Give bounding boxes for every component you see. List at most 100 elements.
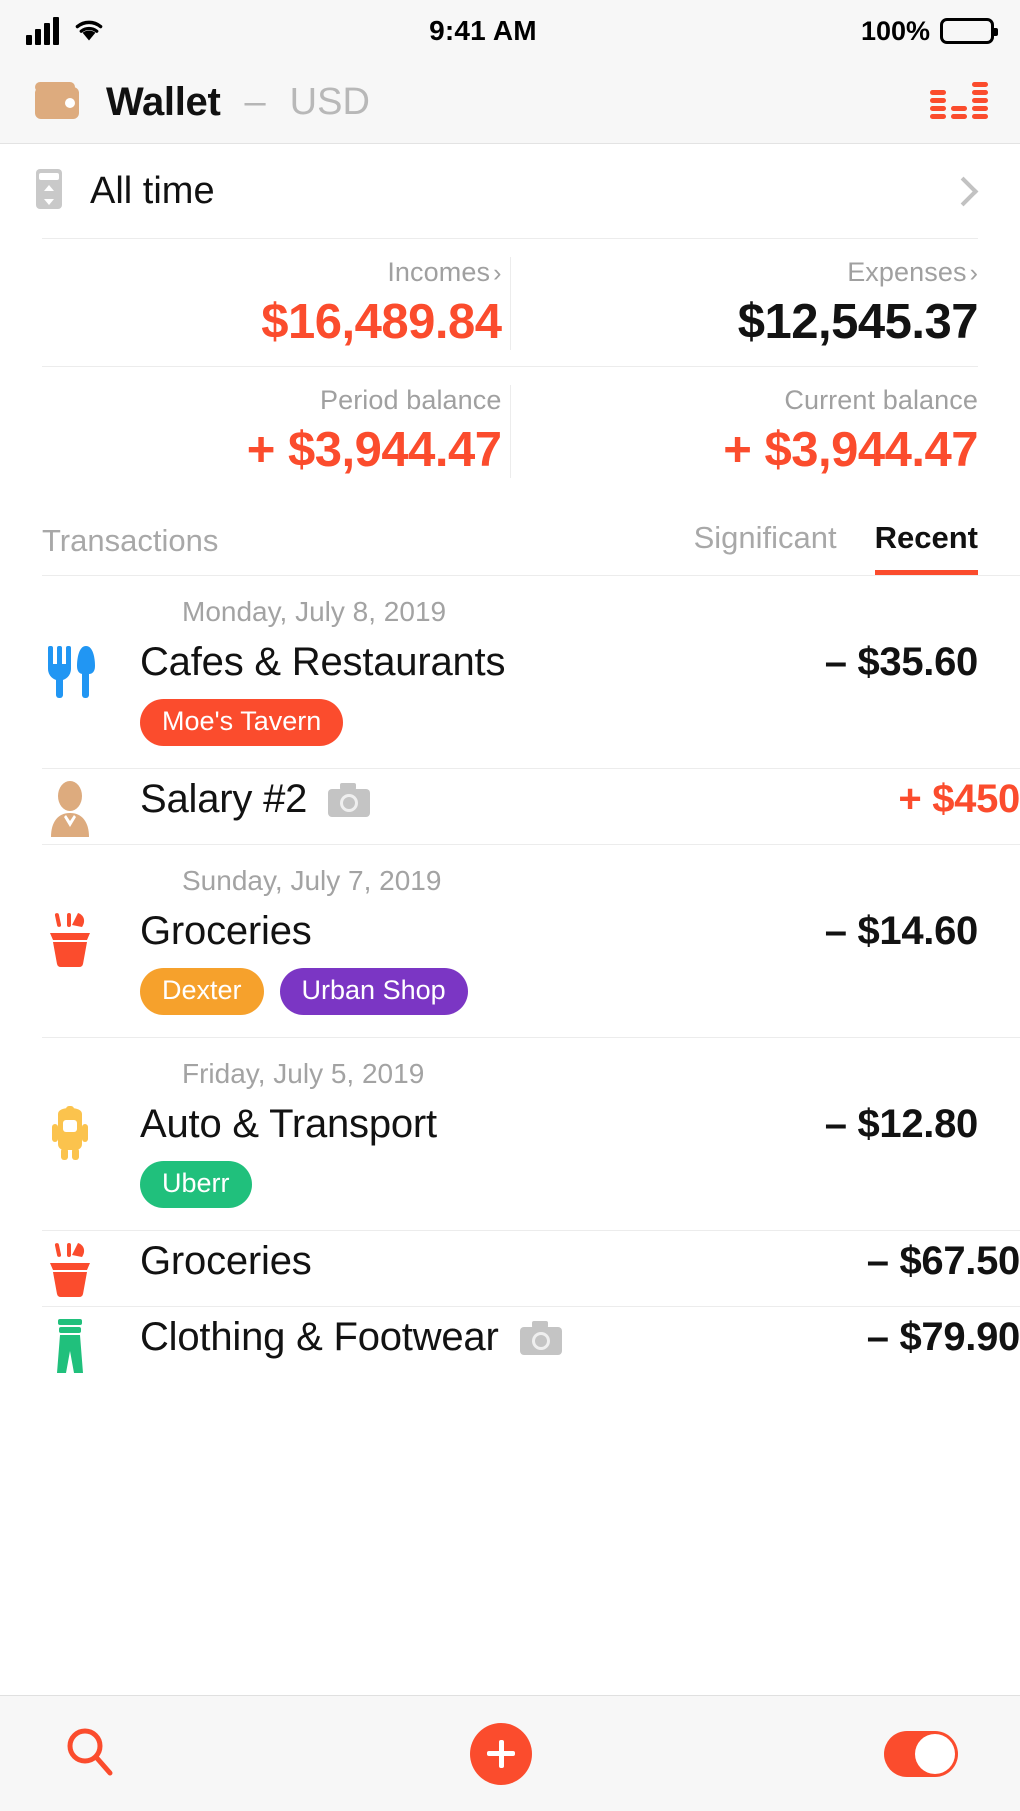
transaction-category-name: Auto & Transport [140,1102,437,1146]
transaction-row[interactable]: Auto & Transport – $12.80 Uberr [0,1094,1020,1230]
period-balance-label: Period balance [319,385,502,415]
transaction-tag[interactable]: Urban Shop [279,968,468,1015]
search-icon[interactable] [62,1723,118,1784]
grocery-basket-icon [42,907,140,971]
incomes-caret-icon: › [493,259,502,287]
transaction-body: Cafes & Restaurants – $35.60 Moe's Tavern [140,638,978,768]
transaction-row[interactable]: Groceries – $67.50 [42,1230,1020,1306]
transaction-tag[interactable]: Uberr [140,1161,252,1208]
transaction-row[interactable]: Clothing & Footwear – $79.90 [42,1306,1020,1382]
transaction-main-line: Clothing & Footwear – $79.90 [140,1315,1020,1360]
transaction-category-name: Groceries [140,1239,312,1283]
app-screen: 9:41 AM 100% Wallet – USD All time Incom… [0,0,1020,1811]
income-expense-row: Incomes › $16,489.84 Expenses › $12,545.37 [42,238,979,366]
row-spacer [140,822,1020,844]
status-bar-left [26,16,105,47]
transaction-main-line: Auto & Transport – $12.80 [140,1102,978,1147]
camera-icon[interactable] [327,782,371,818]
signal-bars-icon [26,17,59,45]
period-selector-row[interactable]: All time [0,144,1020,238]
period-balance-value: + $3,944.47 [246,423,502,477]
person-icon [42,775,140,839]
status-bar-time: 9:41 AM [429,15,537,46]
tab-significant[interactable]: Significant [694,520,837,575]
balance-row: Period balance + $3,944.47 Current balan… [42,366,978,494]
bottom-toolbar [0,1695,1020,1811]
transaction-body: Groceries – $67.50 [140,1237,1020,1306]
tab-recent[interactable]: Recent [874,520,978,575]
wallet-icon [30,76,84,129]
app-header: Wallet – USD [0,62,1020,144]
transaction-amount: – $67.50 [866,1239,1020,1283]
transaction-amount: – $14.60 [824,909,979,953]
transaction-main-line: Cafes & Restaurants – $35.60 [140,640,978,685]
expenses-label: Expenses › [847,257,978,288]
transaction-tag[interactable]: Dexter [140,968,264,1015]
summary-panel: Incomes › $16,489.84 Expenses › $12,545.37… [0,238,1020,494]
transaction-main-line: Salary #2 + $450 [140,777,1020,822]
transaction-category-name: Salary #2 [140,777,308,821]
bar-chart-icon[interactable] [928,72,990,133]
incomes-label-text: Incomes [387,257,491,287]
currency-label: USD [289,81,370,123]
transaction-row[interactable]: Cafes & Restaurants – $35.60 Moe's Tavern [0,632,1020,768]
status-bar: 9:41 AM 100% [0,0,1020,62]
current-balance-value: + $3,944.47 [723,423,978,477]
transactions-section-title: Transactions [42,523,219,558]
battery-percent-label: 100% [860,15,930,46]
expenses-caret-icon: › [969,259,978,287]
row-spacer [140,1284,1020,1306]
transaction-row[interactable]: Salary #2 + $450 [42,768,1020,844]
current-balance-cell: Current balance + $3,944.47 [509,385,978,478]
add-transaction-icon[interactable] [470,1722,532,1785]
transaction-body: Groceries – $14.60 Dexter Urban Shop [140,907,978,1037]
current-balance-label: Current balance [784,385,978,415]
calendar-icon [30,167,68,216]
cutlery-icon [42,638,140,702]
toggle-switch-on-icon[interactable] [884,1730,958,1777]
transaction-category-name: Cafes & Restaurants [140,640,506,684]
transaction-main-line: Groceries – $67.50 [140,1239,1020,1284]
transaction-tag[interactable]: Moe's Tavern [140,699,344,746]
car-icon [42,1100,140,1164]
wallet-selector[interactable]: Wallet – USD [30,76,928,129]
transaction-body: Auto & Transport – $12.80 Uberr [140,1100,978,1230]
transaction-amount: – $12.80 [824,1102,979,1146]
transaction-main-line: Groceries – $14.60 [140,909,978,954]
chevron-right-icon [948,176,979,206]
transaction-category-name: Groceries [140,909,312,953]
transactions-tabs: Significant Recent [694,520,978,575]
camera-icon[interactable] [519,1320,563,1356]
wifi-icon [73,16,105,47]
incomes-cell[interactable]: Incomes › $16,489.84 [42,257,510,350]
status-bar-right: 100% [860,15,998,47]
transactions-list[interactable]: Monday, July 8, 2019 Cafes & Restaurants –… [0,575,1020,1695]
transaction-body: Clothing & Footwear – $79.90 [140,1313,1020,1382]
incomes-label: Incomes › [387,257,501,288]
transaction-group: Monday, July 8, 2019 Cafes & Restaurants –… [0,575,1020,844]
transaction-amount: – $35.60 [824,640,979,684]
transaction-tags: Dexter Urban Shop [140,968,978,1015]
title-separator: – [244,81,266,123]
expenses-label-text: Expenses [847,257,967,287]
battery-icon [940,18,998,44]
incomes-value: $16,489.84 [261,295,502,349]
transaction-body: Salary #2 + $450 [140,775,1020,844]
transaction-amount: + $450 [898,777,1020,821]
grocery-basket-icon [42,1237,140,1301]
transaction-category-name: Clothing & Footwear [140,1315,499,1359]
transaction-group: Sunday, July 7, 2019 Groceries – $14.60 Dex… [0,844,1020,1037]
transaction-tags: Moe's Tavern [140,699,978,746]
expenses-cell[interactable]: Expenses › $12,545.37 [509,257,979,350]
period-label: All time [90,169,215,212]
transaction-date-header: Monday, July 8, 2019 [42,575,1020,632]
page-title: Wallet [106,80,221,124]
transaction-date-header: Sunday, July 7, 2019 [42,844,1020,901]
transaction-row[interactable]: Groceries – $14.60 Dexter Urban Shop [0,901,1020,1037]
transaction-tags: Uberr [140,1161,978,1208]
transaction-date-header: Friday, July 5, 2019 [42,1037,1020,1094]
expenses-value: $12,545.37 [737,295,979,349]
transactions-header: Transactions Significant Recent [0,494,1020,575]
row-spacer [140,1360,1020,1382]
clothing-icon [42,1313,140,1377]
